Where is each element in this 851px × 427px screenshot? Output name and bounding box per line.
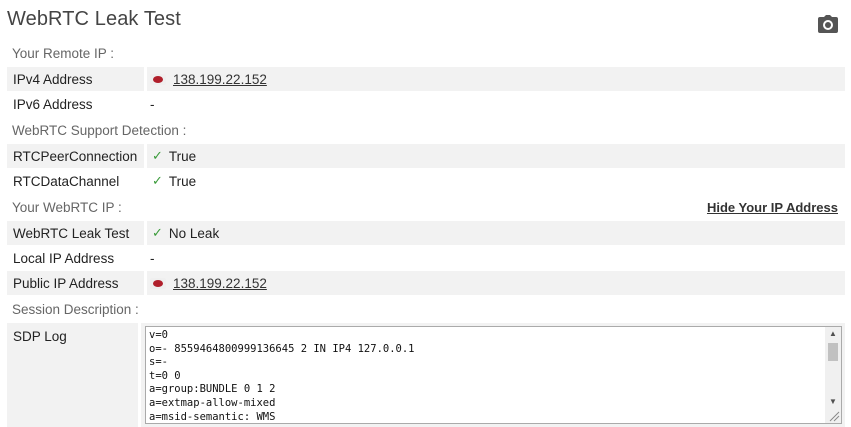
public-ip-label: Public IP Address	[7, 271, 144, 295]
flag-icon	[150, 277, 166, 289]
peer-connection-value: True	[168, 148, 197, 164]
scroll-down-icon[interactable]: ▼	[825, 395, 841, 409]
section-label: Your Remote IP :	[12, 45, 115, 61]
peer-connection-row: RTCPeerConnection ✓ True	[7, 144, 845, 168]
section-remote-ip: Your Remote IP :	[7, 40, 845, 66]
check-icon: ✓	[152, 225, 163, 240]
ipv6-label: IPv6 Address	[7, 92, 144, 116]
public-ip-row: Public IP Address 138.199.22.152	[7, 271, 845, 295]
scroll-up-icon[interactable]: ▲	[825, 327, 841, 341]
section-support: WebRTC Support Detection :	[7, 117, 845, 143]
ipv4-row: IPv4 Address 138.199.22.152	[7, 67, 845, 91]
check-icon: ✓	[152, 148, 163, 163]
section-label: WebRTC Support Detection :	[12, 122, 187, 138]
sdp-textarea[interactable]: v=0 o=- 8559464800999136645 2 IN IP4 127…	[145, 326, 842, 424]
leak-test-value: No Leak	[168, 225, 220, 241]
page-title: WebRTC Leak Test	[7, 8, 181, 30]
public-ip-link[interactable]: 138.199.22.152	[173, 276, 267, 291]
camera-icon[interactable]	[817, 14, 839, 34]
flag-icon	[150, 73, 166, 85]
section-label: Your WebRTC IP :	[12, 199, 122, 215]
ipv6-row: IPv6 Address -	[7, 92, 845, 116]
hide-ip-link[interactable]: Hide Your IP Address	[707, 200, 838, 215]
ipv4-label: IPv4 Address	[7, 67, 144, 91]
local-ip-value: -	[147, 246, 845, 270]
local-ip-row: Local IP Address -	[7, 246, 845, 270]
ipv6-value: -	[147, 92, 845, 116]
scroll-thumb[interactable]	[828, 343, 838, 361]
data-channel-label: RTCDataChannel	[7, 169, 144, 193]
peer-connection-label: RTCPeerConnection	[7, 144, 144, 168]
section-label: Session Description :	[12, 301, 139, 317]
sdp-log-text[interactable]: v=0 o=- 8559464800999136645 2 IN IP4 127…	[146, 327, 841, 423]
sdp-row: SDP Log v=0 o=- 8559464800999136645 2 IN…	[7, 323, 845, 427]
data-channel-value: True	[168, 173, 197, 189]
ipv4-link[interactable]: 138.199.22.152	[173, 72, 267, 87]
check-icon: ✓	[152, 173, 163, 188]
leak-test-label: WebRTC Leak Test	[7, 221, 144, 245]
leak-test-row: WebRTC Leak Test ✓ No Leak	[7, 221, 845, 245]
data-channel-row: RTCDataChannel ✓ True	[7, 169, 845, 193]
sdp-label: SDP Log	[7, 323, 138, 427]
local-ip-label: Local IP Address	[7, 246, 144, 270]
section-session: Session Description :	[7, 296, 845, 322]
section-webrtc-ip: Your WebRTC IP : Hide Your IP Address	[7, 194, 845, 220]
leak-test-table: Your Remote IP : IPv4 Address 138.199.22…	[7, 40, 845, 427]
resize-handle-icon[interactable]	[828, 410, 840, 422]
scrollbar[interactable]: ▲ ▼	[825, 327, 841, 423]
